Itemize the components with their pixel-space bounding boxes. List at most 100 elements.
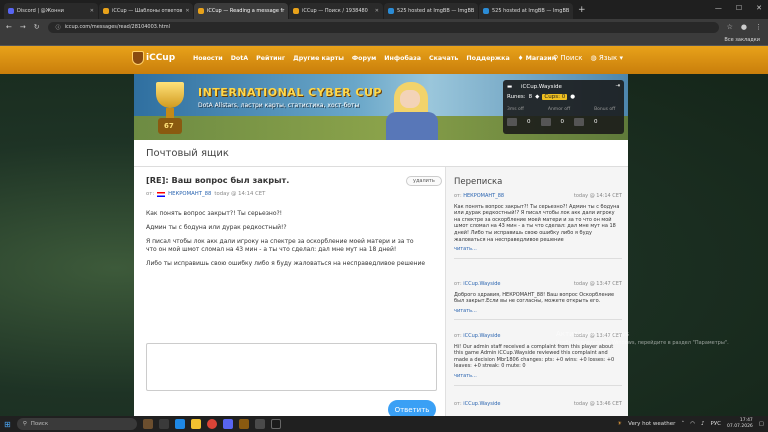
menu-shop[interactable]: ♦ Магазин <box>518 55 556 62</box>
page-title: Почтовый ящик <box>146 148 229 159</box>
tab-templates[interactable]: iCCup — Шаблоны ответов ✕ <box>99 3 193 19</box>
bookmarks-bar: Все закладки <box>0 35 768 46</box>
rune-icon: ◆ <box>535 94 540 100</box>
menu-news[interactable]: Новости <box>193 55 223 62</box>
edge-icon[interactable] <box>174 419 185 429</box>
site-logo[interactable]: iCCup <box>132 51 175 65</box>
close-window-icon[interactable]: ✕ <box>756 4 762 12</box>
chrome-icon[interactable] <box>206 419 217 429</box>
taskbar: ⊞ ⚲ Поиск ☀ Very hot weather ˄ ◠ ♪ РУС 17… <box>0 416 768 432</box>
store-icon[interactable] <box>254 419 265 429</box>
settings-icon[interactable] <box>270 419 281 429</box>
mail-icon[interactable] <box>507 118 517 126</box>
reply-button[interactable]: Ответить <box>388 400 436 416</box>
author-link[interactable]: iCCup.Wayside <box>463 281 500 287</box>
author-link[interactable]: НЕКРОМАНТ_88 <box>168 191 211 197</box>
author-link[interactable]: iCCup.Wayside <box>463 401 500 407</box>
bookmark-star-icon[interactable]: ☆ <box>727 23 733 31</box>
mailbox-panel: Почтовый ящик [RE]: Ваш вопрос был закры… <box>134 140 628 416</box>
site-search-button[interactable]: ⚲ Поиск <box>553 54 583 62</box>
window-controls: — ☐ ✕ <box>715 4 762 12</box>
read-more-link[interactable]: читать... <box>454 308 622 315</box>
language-indicator[interactable]: РУС <box>711 421 722 427</box>
tab-imgbb-2[interactable]: 525 hosted at ImgBB — ImgBB✕ <box>479 3 573 19</box>
menu-other-maps[interactable]: Другие карты <box>293 55 344 62</box>
user-name[interactable]: iCCup.Wayside <box>521 84 562 90</box>
trophy-icon: 67 <box>150 78 190 136</box>
browser-tab-bar: Discord | @Жонни ✕ iCCup — Шаблоны ответо… <box>0 0 768 19</box>
correspondence-panel: Переписка от: НЕКРОМАНТ_88 today @ 14:14 … <box>445 167 628 416</box>
close-icon[interactable]: ✕ <box>287 8 288 14</box>
read-more-link[interactable]: читать... <box>454 246 622 253</box>
author-link[interactable]: НЕКРОМАНТ_88 <box>463 193 504 199</box>
all-bookmarks-link[interactable]: Все закладки <box>724 37 760 43</box>
site-menu: Новости DotA Рейтинг Другие карты Форум … <box>193 55 556 62</box>
site-info-icon[interactable]: ⓘ <box>56 24 61 31</box>
app-icon[interactable] <box>142 419 153 429</box>
imgbb-icon <box>388 8 394 14</box>
close-icon[interactable]: ✕ <box>375 8 379 14</box>
menu-support[interactable]: Поддержка <box>466 55 509 62</box>
menu-forum[interactable]: Форум <box>352 55 376 62</box>
address-toolbar: ← → ↻ ⓘ iccup.com/messages/read/28104003… <box>0 19 768 35</box>
read-more-link[interactable]: читать... <box>454 373 622 380</box>
reply-textarea[interactable] <box>146 343 437 391</box>
warning-icon[interactable] <box>540 118 551 126</box>
flag-icon <box>157 191 166 197</box>
notifications-icon[interactable]: ▢ <box>759 421 764 427</box>
close-icon[interactable]: ✕ <box>90 8 94 14</box>
tab-reading-message[interactable]: iCCup — Reading a message fr✕ <box>194 3 288 19</box>
weather-text[interactable]: Very hot weather <box>628 421 675 427</box>
menu-infobase[interactable]: Инфобаза <box>384 55 421 62</box>
windows-activation-watermark: Активация Windows Чтобы активировать Win… <box>556 330 729 346</box>
logout-icon[interactable]: ⇥ <box>615 83 620 89</box>
menu-dots-icon[interactable]: ⋮ <box>755 23 762 31</box>
chevron-up-icon[interactable]: ˄ <box>681 421 684 427</box>
close-icon[interactable]: ✕ <box>572 8 573 14</box>
volume-icon[interactable]: ♪ <box>701 421 705 427</box>
tab-imgbb-1[interactable]: 525 hosted at ImgBB — ImgBB✕ <box>384 3 478 19</box>
menu-rating[interactable]: Рейтинг <box>256 55 285 62</box>
friends-icon[interactable] <box>574 118 584 126</box>
url-text: iccup.com/messages/read/28104003.html <box>64 24 170 30</box>
file-explorer-icon[interactable] <box>190 419 201 429</box>
clock[interactable]: 17:47 07.07.2026 <box>727 418 753 430</box>
language-dropdown[interactable]: ◍ Язык ▾ <box>591 54 623 62</box>
tab-search[interactable]: iCCup — Поиск / 1938480 ✕ <box>289 3 383 19</box>
delete-button[interactable]: удалить <box>406 176 442 186</box>
taskbar-search[interactable]: ⚲ Поиск <box>16 418 137 430</box>
cups-badge: Cups: 0 <box>542 94 568 100</box>
system-tray: ☀ Very hot weather ˄ ◠ ♪ РУС 17:47 07.07… <box>617 418 764 430</box>
author-link[interactable]: iCCup.Wayside <box>463 333 500 339</box>
new-tab-icon[interactable]: + <box>578 5 586 15</box>
close-icon[interactable]: ✕ <box>185 8 189 14</box>
minimize-icon[interactable]: — <box>715 4 722 12</box>
url-bar[interactable]: ⓘ iccup.com/messages/read/28104003.html <box>47 21 719 33</box>
maximize-icon[interactable]: ☐ <box>736 4 742 12</box>
game-icon[interactable] <box>238 419 249 429</box>
stat-anmor: Anmor off <box>547 107 571 112</box>
profile-icon[interactable]: ● <box>741 23 747 31</box>
message-view: [RE]: Ваш вопрос был закрыт. удалить от:… <box>134 167 442 416</box>
discord-icon[interactable] <box>222 419 233 429</box>
weather-icon: ☀ <box>617 421 623 427</box>
message-body: Как понять вопрос закрыт?! Ты серьезно?!… <box>146 210 426 267</box>
reload-icon[interactable]: ↻ <box>34 23 40 31</box>
network-icon[interactable]: ◠ <box>690 421 695 427</box>
close-icon[interactable]: ✕ <box>477 8 478 14</box>
imgbb-icon <box>483 8 489 14</box>
tab-discord[interactable]: Discord | @Жонни ✕ <box>4 3 98 19</box>
task-view-icon[interactable] <box>158 419 169 429</box>
menu-download[interactable]: Скачать <box>429 55 458 62</box>
menu-dota[interactable]: DotA <box>231 55 248 62</box>
website-viewport: iCCup Новости DotA Рейтинг Другие карты … <box>0 46 768 416</box>
site-search-lang: ⚲ Поиск ◍ Язык ▾ <box>553 54 623 62</box>
shop-icon: ♦ <box>517 55 526 62</box>
windows-start-icon[interactable]: ⊞ <box>4 420 11 429</box>
banner-title: INTERNATIONAL CYBER CUP <box>198 86 382 99</box>
iccup-icon <box>293 8 299 14</box>
iccup-emblem-icon <box>132 51 144 65</box>
forward-icon[interactable]: → <box>20 23 26 31</box>
back-icon[interactable]: ← <box>6 23 12 31</box>
message-subject: [RE]: Ваш вопрос был закрыт. <box>146 175 290 185</box>
